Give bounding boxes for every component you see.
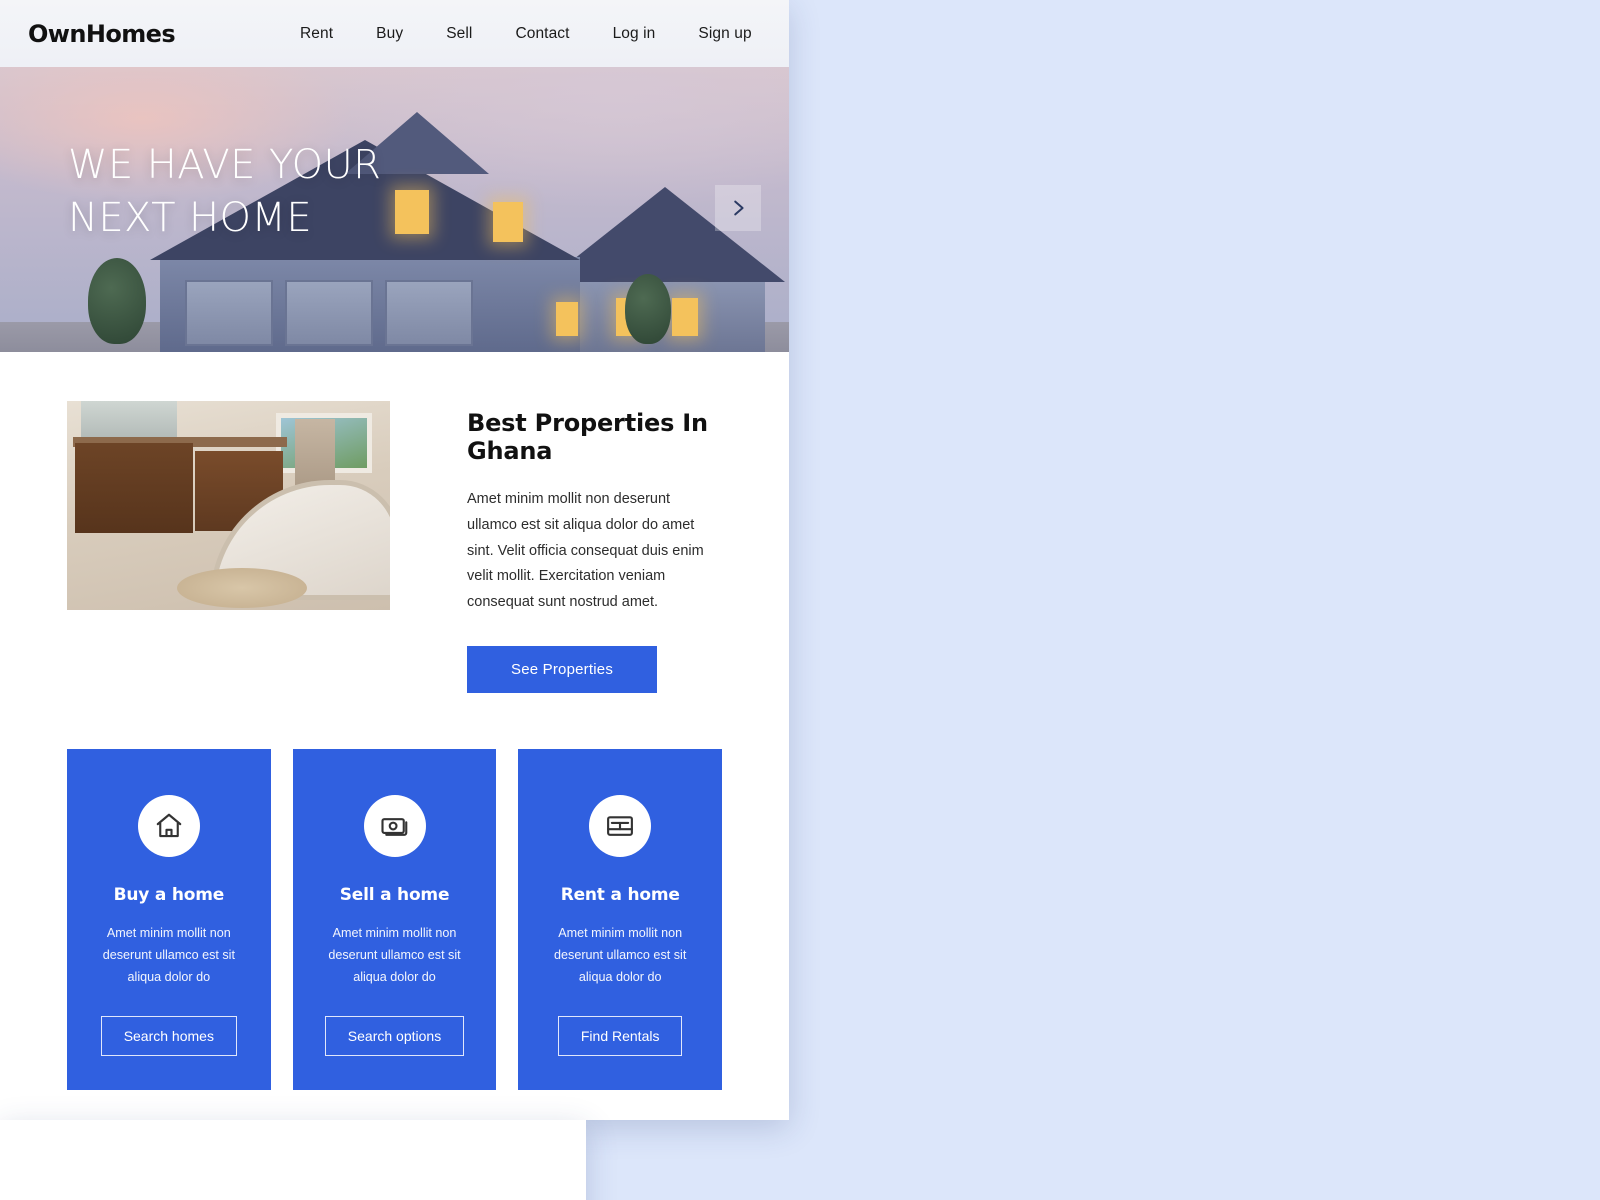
see-properties-button[interactable]: See Properties <box>467 645 658 693</box>
best-properties-title: Best Properties In Ghana <box>467 409 708 465</box>
card-rent-a-home[interactable]: Rent a home Amet minim mollit non deseru… <box>518 748 723 1091</box>
nav-item-signup[interactable]: Sign up <box>698 25 751 43</box>
card-title: Buy a home <box>113 884 225 905</box>
bed-icon <box>589 794 652 857</box>
nav-item-sell[interactable]: Sell <box>446 25 472 43</box>
left-preview-panel: OwnHomes Rent Buy Sell Contact Log in Si… <box>0 0 789 1120</box>
brand-logo[interactable]: OwnHomes <box>28 20 176 48</box>
site-header: OwnHomes Rent Buy Sell Contact Log in Si… <box>0 0 789 67</box>
card-body: Amet minim mollit non deserunt ullamco e… <box>554 925 687 985</box>
home-icon <box>137 794 200 857</box>
service-cards: Buy a home Amet minim mollit non deserun… <box>0 693 789 1091</box>
search-homes-button[interactable]: Search homes <box>100 1016 237 1057</box>
search-options-button[interactable]: Search options <box>324 1016 465 1057</box>
featured-properties-header: Our Featured Properties Amet minim molli… <box>0 1090 789 1120</box>
card-title: Rent a home <box>560 884 680 905</box>
card-buy-a-home[interactable]: Buy a home Amet minim mollit non deserun… <box>67 748 271 1091</box>
card-title: Sell a home <box>339 884 450 905</box>
card-sell-a-home[interactable]: Sell a home Amet minim mollit non deseru… <box>292 748 497 1091</box>
hero-headline-line2: NEXT HOME <box>68 194 312 241</box>
hero-headline-line1: WE HAVE YOUR <box>68 142 382 188</box>
bathroom-photo <box>67 401 390 610</box>
nav-item-contact[interactable]: Contact <box>515 25 569 43</box>
hero-headline: WE HAVE YOUR NEXT HOME <box>68 139 381 245</box>
rp-best-properties-section: Amet minim mollit non deserunt ullamco e… <box>0 1120 586 1200</box>
best-properties-section: Best Properties In Ghana Amet minim moll… <box>0 352 789 693</box>
right-preview-panel: Amet minim mollit non deserunt ullamco e… <box>0 1120 586 1200</box>
card-body: Amet minim mollit non deserunt ullamco e… <box>102 925 235 985</box>
main-navigation: Rent Buy Sell Contact Log in Sign up <box>300 25 752 43</box>
nav-item-buy[interactable]: Buy <box>376 25 403 43</box>
best-properties-body: Amet minim mollit non deserunt ullamco e… <box>467 491 704 611</box>
card-body: Amet minim mollit non deserunt ullamco e… <box>328 925 461 985</box>
nav-item-rent[interactable]: Rent <box>300 25 333 43</box>
find-rentals-button[interactable]: Find Rentals <box>557 1016 683 1057</box>
nav-item-login[interactable]: Log in <box>613 25 656 43</box>
chevron-right-icon[interactable] <box>715 185 761 231</box>
hero-banner: WE HAVE YOUR NEXT HOME <box>0 67 789 352</box>
cash-icon <box>363 794 426 857</box>
